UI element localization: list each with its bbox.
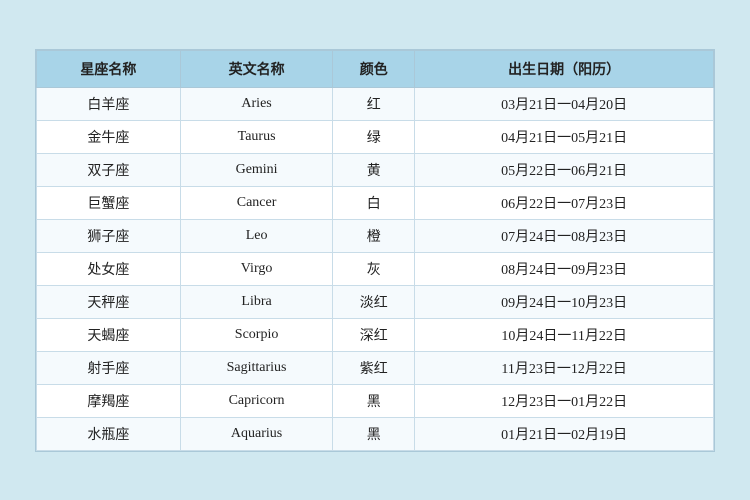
cell-english: Gemini [180,153,332,186]
table-row: 白羊座Aries红03月21日一04月20日 [37,87,714,120]
cell-chinese: 摩羯座 [37,384,181,417]
cell-color: 灰 [333,252,415,285]
header-color: 颜色 [333,50,415,87]
cell-date: 04月21日一05月21日 [415,120,714,153]
cell-chinese: 狮子座 [37,219,181,252]
cell-english: Leo [180,219,332,252]
cell-date: 08月24日一09月23日 [415,252,714,285]
cell-date: 10月24日一11月22日 [415,318,714,351]
table-row: 双子座Gemini黄05月22日一06月21日 [37,153,714,186]
zodiac-table: 星座名称 英文名称 颜色 出生日期（阳历） 白羊座Aries红03月21日一04… [36,50,714,451]
cell-color: 深红 [333,318,415,351]
cell-color: 黑 [333,384,415,417]
cell-english: Cancer [180,186,332,219]
cell-english: Libra [180,285,332,318]
cell-chinese: 射手座 [37,351,181,384]
cell-chinese: 天蝎座 [37,318,181,351]
cell-english: Virgo [180,252,332,285]
cell-chinese: 白羊座 [37,87,181,120]
cell-date: 01月21日一02月19日 [415,417,714,450]
cell-date: 12月23日一01月22日 [415,384,714,417]
cell-color: 绿 [333,120,415,153]
cell-chinese: 双子座 [37,153,181,186]
header-english-name: 英文名称 [180,50,332,87]
cell-color: 黄 [333,153,415,186]
table-row: 射手座Sagittarius紫红11月23日一12月22日 [37,351,714,384]
cell-english: Sagittarius [180,351,332,384]
cell-chinese: 水瓶座 [37,417,181,450]
table-row: 金牛座Taurus绿04月21日一05月21日 [37,120,714,153]
table-header-row: 星座名称 英文名称 颜色 出生日期（阳历） [37,50,714,87]
table-row: 狮子座Leo橙07月24日一08月23日 [37,219,714,252]
cell-color: 紫红 [333,351,415,384]
cell-english: Aquarius [180,417,332,450]
table-row: 处女座Virgo灰08月24日一09月23日 [37,252,714,285]
cell-color: 橙 [333,219,415,252]
cell-english: Capricorn [180,384,332,417]
table-row: 摩羯座Capricorn黑12月23日一01月22日 [37,384,714,417]
cell-date: 05月22日一06月21日 [415,153,714,186]
header-chinese-name: 星座名称 [37,50,181,87]
cell-date: 11月23日一12月22日 [415,351,714,384]
cell-english: Scorpio [180,318,332,351]
cell-chinese: 处女座 [37,252,181,285]
table-row: 巨蟹座Cancer白06月22日一07月23日 [37,186,714,219]
cell-chinese: 金牛座 [37,120,181,153]
cell-chinese: 巨蟹座 [37,186,181,219]
table-row: 水瓶座Aquarius黑01月21日一02月19日 [37,417,714,450]
cell-english: Aries [180,87,332,120]
zodiac-table-wrapper: 星座名称 英文名称 颜色 出生日期（阳历） 白羊座Aries红03月21日一04… [35,49,715,452]
cell-color: 红 [333,87,415,120]
header-date: 出生日期（阳历） [415,50,714,87]
cell-color: 黑 [333,417,415,450]
cell-chinese: 天秤座 [37,285,181,318]
cell-color: 淡红 [333,285,415,318]
cell-date: 06月22日一07月23日 [415,186,714,219]
cell-color: 白 [333,186,415,219]
table-row: 天蝎座Scorpio深红10月24日一11月22日 [37,318,714,351]
cell-english: Taurus [180,120,332,153]
table-row: 天秤座Libra淡红09月24日一10月23日 [37,285,714,318]
cell-date: 03月21日一04月20日 [415,87,714,120]
cell-date: 09月24日一10月23日 [415,285,714,318]
cell-date: 07月24日一08月23日 [415,219,714,252]
table-body: 白羊座Aries红03月21日一04月20日金牛座Taurus绿04月21日一0… [37,87,714,450]
